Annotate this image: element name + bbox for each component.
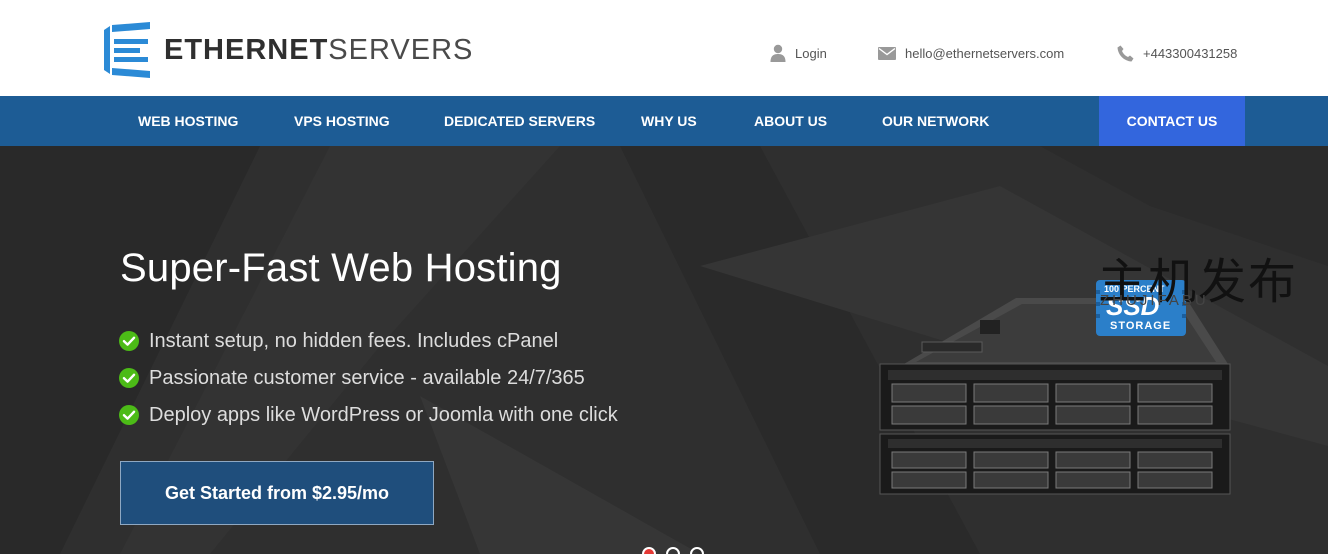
nav-web-hosting[interactable]: WEB HOSTING <box>138 96 238 146</box>
envelope-icon <box>878 46 896 60</box>
badge-bottom-text: STORAGE <box>1110 320 1172 332</box>
check-circle-icon <box>119 405 139 425</box>
hero-slider: Super-Fast Web Hosting Instant setup, no… <box>0 146 1328 554</box>
feature-item: Passionate customer service - available … <box>119 365 585 391</box>
main-nav: WEB HOSTING VPS HOSTING DEDICATED SERVER… <box>0 96 1328 146</box>
slider-dot-3[interactable] <box>690 547 704 554</box>
header: ETHERNETSERVERS Login hello@ethernetserv… <box>0 0 1328 96</box>
phone-number: +443300431258 <box>1143 45 1238 61</box>
feature-text: Passionate customer service - available … <box>149 366 585 389</box>
user-icon <box>770 44 786 62</box>
check-circle-icon <box>119 331 139 351</box>
feature-text: Deploy apps like WordPress or Joomla wit… <box>149 403 618 426</box>
logo-mark-icon <box>104 22 150 78</box>
feature-item: Instant setup, no hidden fees. Includes … <box>119 328 558 354</box>
logo-text-bold: ETHERNET <box>164 33 329 66</box>
slider-dot-1[interactable] <box>642 547 656 554</box>
email-link[interactable]: hello@ethernetservers.com <box>878 42 1064 64</box>
slider-pagination <box>642 547 714 554</box>
slider-dot-2[interactable] <box>666 547 680 554</box>
nav-dedicated-servers[interactable]: DEDICATED SERVERS <box>444 96 595 146</box>
hero-title: Super-Fast Web Hosting <box>120 246 562 290</box>
check-circle-icon <box>119 368 139 388</box>
nav-why-us[interactable]: WHY US <box>641 96 697 146</box>
feature-text: Instant setup, no hidden fees. Includes … <box>149 329 559 352</box>
get-started-button[interactable]: Get Started from $2.95/mo <box>120 461 434 525</box>
email-address: hello@ethernetservers.com <box>905 45 1065 61</box>
site-logo[interactable]: ETHERNETSERVERS <box>104 22 473 78</box>
phone-link[interactable]: +443300431258 <box>1117 42 1237 64</box>
nav-our-network[interactable]: OUR NETWORK <box>882 96 989 146</box>
nav-about-us[interactable]: ABOUT US <box>754 96 827 146</box>
logo-text: ETHERNETSERVERS <box>164 33 474 66</box>
login-link[interactable]: Login <box>770 42 827 64</box>
phone-icon <box>1117 45 1134 61</box>
logo-text-light: SERVERS <box>328 33 474 66</box>
nav-contact-us-button[interactable]: CONTACT US <box>1099 96 1245 146</box>
login-label: Login <box>795 45 827 61</box>
nav-vps-hosting[interactable]: VPS HOSTING <box>294 96 390 146</box>
watermark-en: ZHUJIFABU <box>1100 292 1209 309</box>
feature-item: Deploy apps like WordPress or Joomla wit… <box>119 402 618 428</box>
